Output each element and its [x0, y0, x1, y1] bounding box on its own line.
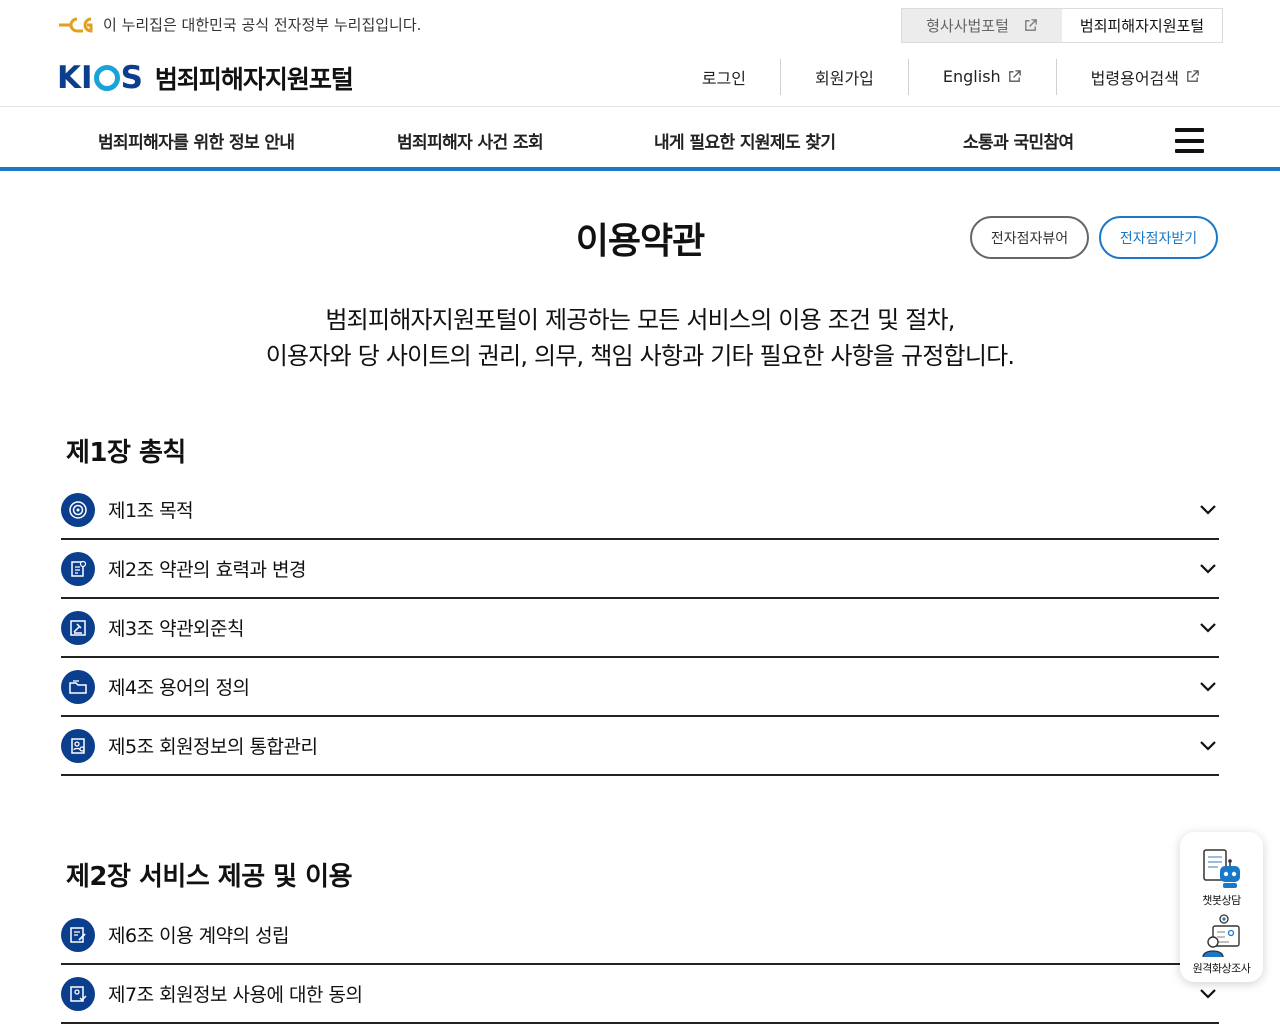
brand-name: 범죄피해자지원포털 [154, 65, 354, 94]
article-label: 제1조 목적 [108, 500, 194, 522]
portal-switch: 형사사법포털 범죄피해자지원포털 [901, 8, 1223, 43]
english-label: English [942, 67, 1001, 86]
article-accordion[interactable]: 제5조 회원정보의 통합관리 [61, 717, 1219, 776]
external-link-icon [1187, 70, 1199, 82]
portal-victim-link[interactable]: 범죄피해자지원포털 [1062, 9, 1222, 42]
nav-victim-info[interactable]: 범죄피해자를 위한 정보 안내 [98, 128, 295, 153]
site-header: KI S 범죄피해자지원포털 로그인 회원가입 English 법령용어검색 [0, 50, 1280, 107]
gov-notice[interactable]: 이 누리집은 대한민국 공식 전자정부 누리집입니다. [57, 14, 421, 35]
target-icon [61, 492, 95, 527]
article-label: 제7조 회원정보 사용에 대한 동의 [108, 984, 363, 1006]
chatbot-icon [1202, 849, 1240, 888]
law-term-search-link[interactable]: 법령용어검색 [1057, 58, 1200, 95]
portal-victim-label: 범죄피해자지원포털 [1079, 17, 1205, 35]
intro-line: 이용자와 당 사이트의 권리, 의무, 책임 사항과 기타 필요한 사항을 규정… [265, 342, 1015, 370]
user-check-icon [61, 976, 95, 1011]
article-label: 제5조 회원정보의 통합관리 [108, 736, 318, 758]
video-survey-button[interactable]: 원격화상조사 [1180, 914, 1263, 976]
braille-viewer-button[interactable]: 전자점자뷰어 [970, 216, 1089, 259]
chevron-down-icon [1200, 988, 1216, 999]
article-accordion[interactable]: 제1조 목적 [61, 481, 1219, 540]
chevron-down-icon [1200, 622, 1216, 633]
chevron-down-icon [1200, 563, 1216, 574]
gov-notice-text: 이 누리집은 대한민국 공식 전자정부 누리집입니다. [103, 16, 422, 34]
chapter-title: 제2장 서비스 제공 및 이용 [66, 862, 353, 892]
nav-case-lookup[interactable]: 범죄피해자 사건 조회 [397, 128, 544, 153]
folder-icon [61, 669, 95, 704]
article-accordion[interactable]: 제2조 약관의 효력과 변경 [61, 540, 1219, 599]
article-accordion[interactable]: 제6조 이용 계약의 성립 [61, 906, 1219, 965]
gov-bar: 이 누리집은 대한민국 공식 전자정부 누리집입니다. 형사사법포털 범죄피해자… [0, 0, 1280, 50]
article-label: 제6조 이용 계약의 성립 [108, 925, 290, 947]
external-link-icon [1008, 70, 1021, 82]
article-accordion[interactable]: 제3조 약관외준칙 [61, 599, 1219, 658]
document-edit-icon [61, 551, 95, 586]
kios-logo-mark: KI S [57, 60, 143, 96]
braille-download-button[interactable]: 전자점자받기 [1099, 216, 1218, 259]
contract-sign-icon [61, 917, 95, 952]
chevron-down-icon [1200, 681, 1216, 692]
article-label: 제2조 약관의 효력과 변경 [108, 559, 307, 581]
video-call-icon [1201, 914, 1240, 958]
portal-criminal-label: 형사사법포털 [926, 17, 1009, 35]
article-accordion[interactable]: 제4조 용어의 정의 [61, 658, 1219, 717]
article-label: 제4조 용어의 정의 [108, 677, 250, 699]
video-survey-label: 원격화상조사 [1192, 962, 1251, 975]
nav-support-finder[interactable]: 내게 필요한 지원제도 찾기 [654, 128, 836, 153]
english-link[interactable]: English [909, 58, 1056, 95]
gavel-icon [61, 610, 95, 645]
login-label: 로그인 [701, 68, 746, 88]
signup-link[interactable]: 회원가입 [781, 58, 908, 95]
chapter-title: 제1장 총칙 [66, 438, 186, 468]
egov-logo-icon [59, 17, 93, 33]
intro-line: 범죄피해자지원포털이 제공하는 모든 서비스의 이용 조건 및 절차, [325, 306, 955, 334]
article-accordion[interactable]: 제7조 회원정보 사용에 대한 동의 [61, 965, 1219, 1024]
floating-quick-menu: 챗봇상담 원격화상조사 [1180, 832, 1263, 982]
chatbot-button[interactable]: 챗봇상담 [1180, 848, 1263, 908]
portal-criminal-link[interactable]: 형사사법포털 [902, 9, 1062, 42]
user-doc-icon [61, 728, 95, 763]
signup-label: 회원가입 [815, 68, 874, 88]
menu-hamburger-icon[interactable] [1175, 128, 1204, 153]
login-link[interactable]: 로그인 [702, 58, 780, 95]
article-label: 제3조 약관외준칙 [108, 618, 245, 640]
external-link-icon [1025, 19, 1037, 31]
nav-participation[interactable]: 소통과 국민참여 [963, 128, 1074, 153]
chevron-down-icon [1200, 504, 1216, 515]
chevron-down-icon [1200, 740, 1216, 751]
chatbot-label: 챗봇상담 [1202, 894, 1241, 907]
page-intro: 범죄피해자지원포털이 제공하는 모든 서비스의 이용 조건 및 절차, 이용자와… [0, 302, 1280, 374]
main-nav: 범죄피해자를 위한 정보 안내 범죄피해자 사건 조회 내게 필요한 지원제도 … [0, 108, 1280, 171]
site-logo[interactable]: KI S 범죄피해자지원포털 [57, 60, 354, 96]
law-term-search-label: 법령용어검색 [1090, 68, 1179, 88]
util-nav: 로그인 회원가입 English 법령용어검색 [702, 58, 1200, 95]
